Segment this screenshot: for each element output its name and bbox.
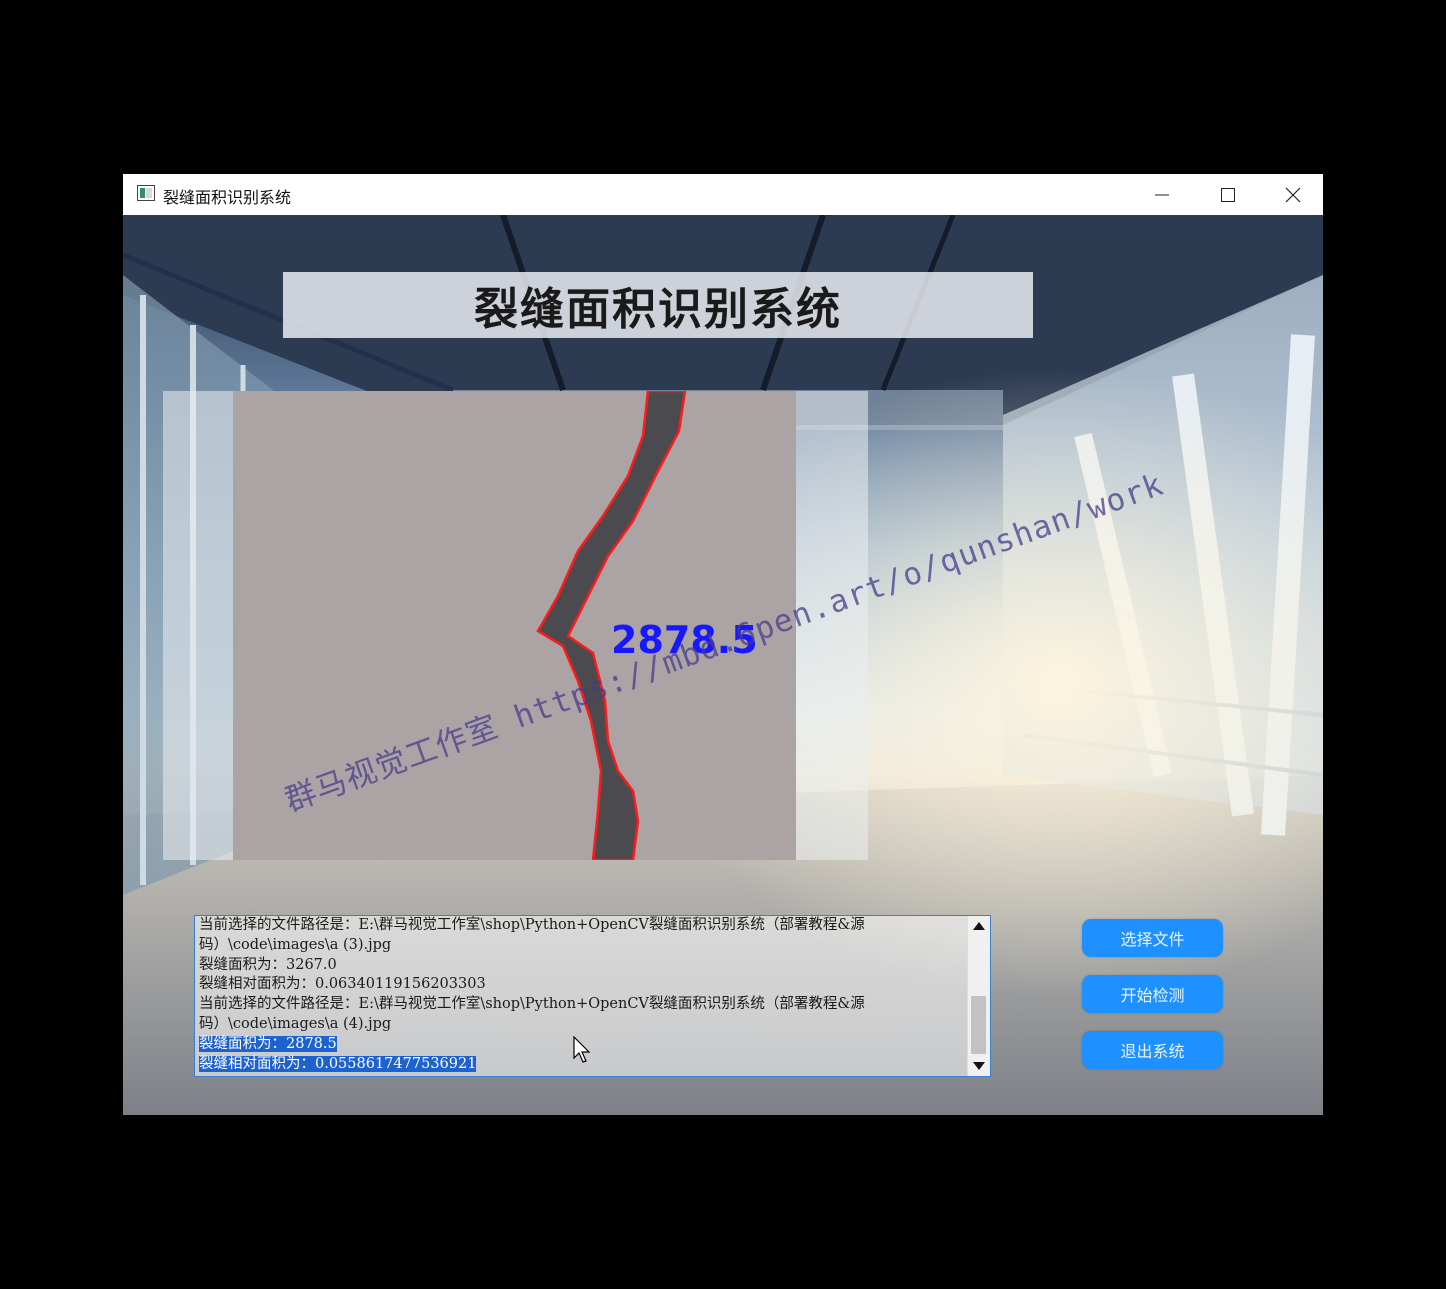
close-button[interactable] xyxy=(1261,174,1323,215)
scroll-down-button[interactable] xyxy=(968,1056,990,1076)
mouse-cursor-icon xyxy=(573,1035,591,1068)
maximize-icon xyxy=(1221,187,1235,202)
log-line: 当前选择的文件路径是：E:\群马视觉工作室\shop\Python+OpenCV… xyxy=(199,917,865,933)
maximize-button[interactable] xyxy=(1196,174,1260,215)
exit-system-button[interactable]: 退出系统 xyxy=(1082,1031,1223,1069)
app-window: 裂缝面积识别系统 裂缝面积识别系统 2878.5 当前选择的文件路径是：E:\群… xyxy=(123,174,1323,1115)
close-icon xyxy=(1285,187,1301,202)
scroll-thumb[interactable] xyxy=(971,996,986,1054)
system-title-banner: 裂缝面积识别系统 xyxy=(283,272,1033,338)
log-line: 码）\code\images\a (4).jpg xyxy=(199,1015,392,1032)
start-detect-button[interactable]: 开始检测 xyxy=(1082,975,1223,1013)
scroll-up-button[interactable] xyxy=(968,916,990,936)
log-line: 当前选择的文件路径是：E:\群马视觉工作室\shop\Python+OpenCV… xyxy=(199,996,865,1013)
triangle-up-icon xyxy=(973,922,985,930)
main-client-area: 裂缝面积识别系统 2878.5 当前选择的文件路径是：E:\群马视觉工作室\sh… xyxy=(123,215,1323,1115)
log-line: 码）\code\images\a (3).jpg xyxy=(199,936,392,953)
log-textarea[interactable]: 当前选择的文件路径是：E:\群马视觉工作室\shop\Python+OpenCV… xyxy=(194,915,991,1077)
log-line: 裂缝相对面积为：0.06340119156203303 xyxy=(199,976,486,993)
page-title: 裂缝面积识别系统 xyxy=(474,284,842,335)
minimize-button[interactable] xyxy=(1130,174,1194,215)
log-line: 裂缝面积为：3267.0 xyxy=(199,956,337,973)
minimize-icon xyxy=(1155,194,1169,195)
triangle-down-icon xyxy=(973,1062,985,1070)
title-bar[interactable]: 裂缝面积识别系统 xyxy=(123,174,1323,215)
app-icon xyxy=(137,185,155,201)
window-title: 裂缝面积识别系统 xyxy=(163,188,292,207)
select-file-button[interactable]: 选择文件 xyxy=(1082,919,1223,957)
log-scrollbar[interactable] xyxy=(967,916,990,1076)
